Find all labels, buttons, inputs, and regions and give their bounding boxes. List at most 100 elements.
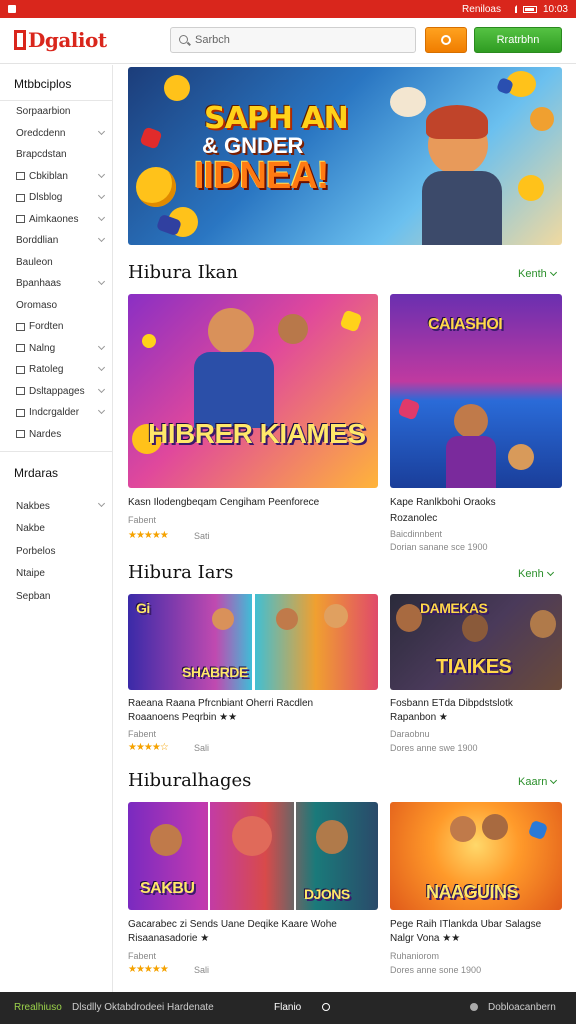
sidebar-item-label: Oromaso: [16, 299, 58, 311]
sidebar-item-label: Nardes: [29, 428, 62, 440]
character-figure: [454, 404, 488, 438]
game-card-sub: Fabent: [128, 515, 157, 525]
section-more-link[interactable]: Kenth: [518, 268, 557, 280]
character-figure: [450, 816, 476, 842]
sidebar-item[interactable]: Nakbe: [0, 518, 112, 541]
sidebar-list-2: Nakbes Nakbe Porbelos Ntaipe Sepban: [0, 495, 112, 608]
game-card-caption-2: Nalgr Vona ★★: [390, 933, 461, 944]
game-card-image[interactable]: SAKBU DJONS: [128, 802, 378, 910]
sidebar-item-label: Dsltappages: [29, 385, 85, 397]
account-icon: [470, 1003, 478, 1011]
character-figure: [530, 610, 556, 638]
game-card-caption[interactable]: Pege Raih ITlankda Ubar Salagse: [390, 918, 562, 932]
logo-mark-icon: [14, 30, 26, 50]
game-card-sub: Fabent: [128, 951, 157, 961]
section-more-link[interactable]: Kenh: [518, 568, 554, 580]
game-card-caption[interactable]: Kasn Ilodengbeqam Cengiham Peenforece: [128, 496, 378, 510]
sidebar-item[interactable]: Cbkiblan: [0, 166, 112, 188]
chevron-down-icon: [550, 776, 558, 785]
character-body: [446, 436, 496, 488]
sidebar-item-label: Bauleon: [16, 256, 53, 268]
game-card-image[interactable]: NAAGUINS: [390, 802, 562, 910]
sidebar-item[interactable]: Brapcdstan: [0, 144, 112, 166]
game-card-caption[interactable]: Kape Ranlkbohi Oraoks: [390, 496, 562, 510]
hero-banner[interactable]: SAPH AN & GNDER IIDNEA!: [128, 67, 562, 245]
game-card-image[interactable]: HIBRER KIAMES: [128, 294, 378, 488]
sidebar-item[interactable]: Sorpaarbion: [0, 101, 112, 123]
sidebar-item[interactable]: Ratoleg: [0, 359, 112, 381]
sidebar-item-label: Cbkiblan: [29, 170, 68, 182]
game-card-title-art: NAAGUINS: [426, 882, 519, 902]
sidebar-item[interactable]: Aimkaones: [0, 209, 112, 231]
game-card-caption[interactable]: Raeana Raana Pfrcnbiant Oherri Racdlen: [128, 697, 378, 711]
sidebar-section-title: Mrdaras: [0, 451, 112, 495]
character-figure: [150, 824, 182, 856]
image-divider: [208, 802, 210, 910]
sidebar-item-label: Ratoleg: [29, 364, 64, 376]
game-card-sub: Ruhaniorom: [390, 951, 440, 961]
battery-icon: [522, 5, 537, 13]
sidebar-item[interactable]: Borddlian: [0, 230, 112, 252]
section-title: Hiburalhages: [128, 770, 252, 791]
chevron-down-icon: [97, 170, 106, 178]
sidebar-item[interactable]: Porbelos: [0, 540, 112, 563]
search-input[interactable]: Sarbch: [170, 27, 416, 53]
section-more-link[interactable]: Kaarn: [518, 776, 558, 788]
chevron-down-icon: [97, 499, 106, 508]
site-logo[interactable]: Dgaliot: [14, 28, 107, 52]
coin-decor: [140, 332, 158, 350]
game-card-title-art: SHABRDE: [182, 664, 248, 680]
sidebar-item[interactable]: Nakbes: [0, 495, 112, 518]
sidebar-item[interactable]: Sepban: [0, 585, 112, 608]
bottom-link-center[interactable]: Flanio: [274, 1002, 301, 1013]
sidebar-item[interactable]: Oredcdenn: [0, 123, 112, 145]
search-icon[interactable]: [322, 1003, 330, 1011]
sidebar-item[interactable]: Bpanhaas: [0, 273, 112, 295]
game-card-title-art: Gi: [136, 600, 150, 616]
bottom-link-home[interactable]: Rrealhiuso: [14, 1002, 62, 1013]
status-bar: Reniloas 10:03: [0, 0, 576, 18]
game-card-caption[interactable]: Gacarabec zi Sends Uane Deqike Kaare Woh…: [128, 918, 378, 932]
sidebar-item[interactable]: Fordten: [0, 316, 112, 338]
sidebar-item[interactable]: Nardes: [0, 424, 112, 446]
sidebar-item[interactable]: Dlsblog: [0, 187, 112, 209]
sidebar-item[interactable]: Nalng: [0, 338, 112, 360]
sidebar-item-label: Aimkaones: [29, 213, 79, 225]
game-card-caption-2: Rozanolec: [390, 513, 438, 524]
bottom-link-account[interactable]: Dobloacanbern: [488, 1002, 556, 1013]
sidebar-item-label: Nalng: [29, 342, 56, 354]
game-card-caption[interactable]: Fosbann ETda Dibpdstslotk: [390, 697, 562, 711]
game-card-title-art: TIAIKES: [436, 656, 512, 678]
game-card-image[interactable]: CAIASHOI: [390, 294, 562, 488]
search-button[interactable]: [425, 27, 467, 53]
bottom-link-info[interactable]: Dlsdlly Oktabdrodeei Hardenate: [72, 1002, 214, 1013]
character-body: [422, 171, 502, 245]
search-icon: [179, 35, 188, 44]
sidebar-item-label: Porbelos: [16, 545, 56, 557]
sidebar-item[interactable]: Indcrgalder: [0, 402, 112, 424]
sidebar-item[interactable]: Dsltappages: [0, 381, 112, 403]
chip-decor: [397, 397, 421, 421]
game-card-caption-2: Rapanbon ★: [390, 712, 448, 723]
image-divider: [294, 802, 296, 910]
character-figure: [212, 608, 234, 630]
character-figure: [208, 308, 254, 354]
category-icon: [16, 408, 25, 417]
game-card-image[interactable]: Gi SHABRDE: [128, 594, 378, 690]
sidebar-item-label: Bpanhaas: [16, 278, 62, 290]
hero-title-line1: SAPH AN: [204, 101, 349, 136]
game-card-meta: Sali: [194, 965, 210, 975]
sidebar-item[interactable]: Bauleon: [0, 252, 112, 274]
game-card-image[interactable]: DAMEKAS TIAIKES: [390, 594, 562, 690]
status-time: 10:03: [542, 3, 568, 15]
sidebar-list: Sorpaarbion Oredcdenn Brapcdstan Cbkiblan Dl…: [0, 101, 112, 445]
signal-icon: [507, 5, 517, 13]
section-more-label: Kaarn: [518, 776, 548, 788]
logo-text: Dgaliot: [28, 28, 107, 52]
sidebar-item[interactable]: Ntaipe: [0, 563, 112, 586]
chevron-down-icon: [97, 385, 106, 393]
search-go-icon: [441, 35, 451, 45]
login-button[interactable]: Rratrbhn: [474, 27, 562, 53]
sidebar-item[interactable]: Oromaso: [0, 295, 112, 317]
rating-stars: ★★★★★: [128, 964, 169, 975]
